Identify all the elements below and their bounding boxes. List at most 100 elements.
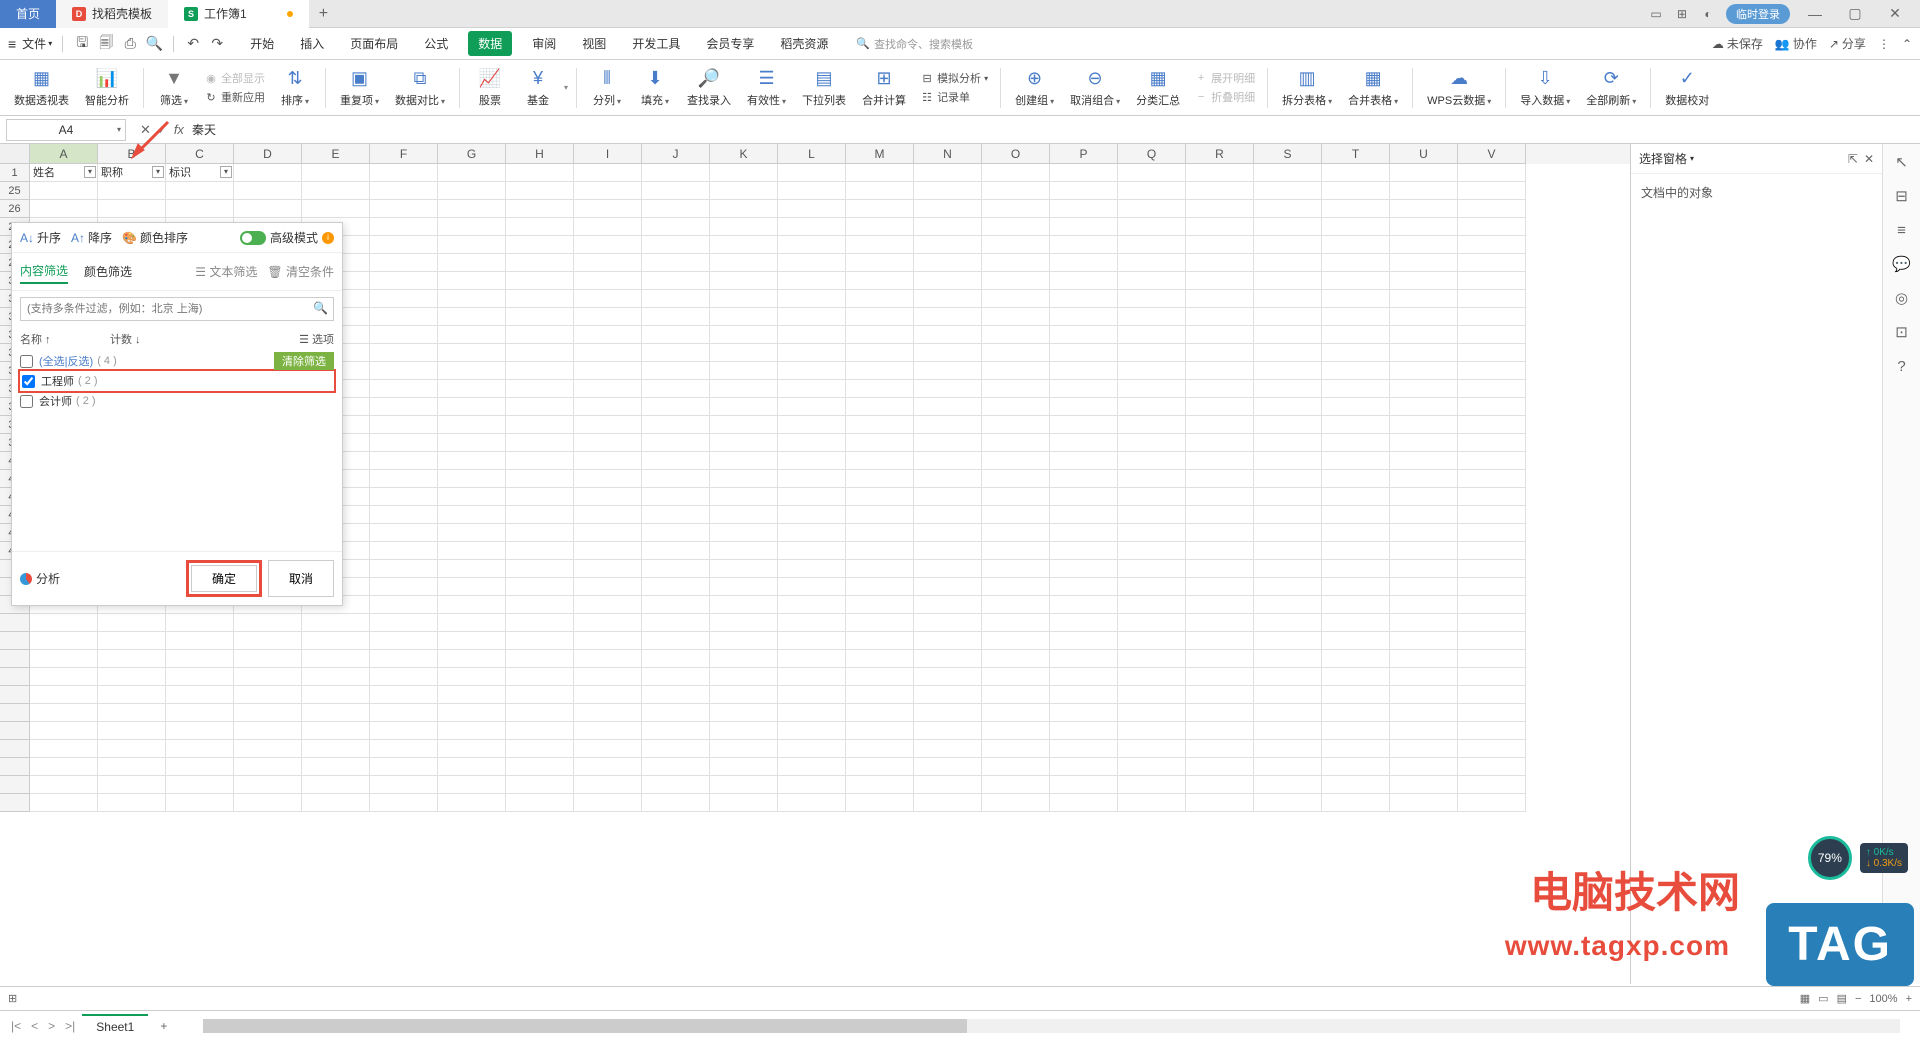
filter-dropdown-icon[interactable]: ▾ [220,166,232,178]
cell[interactable] [1050,362,1118,380]
filter-col-count[interactable]: 计数 ↓ [110,331,170,347]
cell[interactable] [914,398,982,416]
cell[interactable] [1050,776,1118,794]
cell[interactable] [982,470,1050,488]
cell[interactable] [370,740,438,758]
cell[interactable] [1186,362,1254,380]
cell[interactable] [914,488,982,506]
cell[interactable] [506,200,574,218]
cell[interactable] [1458,362,1526,380]
cell[interactable] [846,200,914,218]
cell[interactable] [982,182,1050,200]
cell[interactable] [574,308,642,326]
close-button[interactable]: ✕ [1880,5,1910,22]
cell[interactable] [982,524,1050,542]
cell[interactable] [302,704,370,722]
cell[interactable] [30,614,98,632]
cell[interactable] [234,776,302,794]
cell[interactable] [166,758,234,776]
cell[interactable] [1050,200,1118,218]
accept-formula-icon[interactable]: ✓ [157,122,168,138]
cell[interactable] [710,452,778,470]
cell[interactable] [642,722,710,740]
cell[interactable] [846,758,914,776]
hamburger-icon[interactable]: ≡ [8,36,16,52]
filter-search-input[interactable] [20,297,334,321]
cell[interactable] [1254,200,1322,218]
cell[interactable] [1458,542,1526,560]
cell[interactable] [710,614,778,632]
cell[interactable] [370,650,438,668]
cell[interactable] [1118,506,1186,524]
cell[interactable] [574,632,642,650]
cell[interactable] [846,686,914,704]
cell[interactable] [982,362,1050,380]
cell[interactable] [1186,524,1254,542]
cell[interactable] [778,686,846,704]
cell[interactable] [1390,614,1458,632]
cell[interactable] [506,344,574,362]
cell[interactable] [506,254,574,272]
cell[interactable] [506,650,574,668]
cell[interactable] [982,272,1050,290]
cell[interactable] [914,578,982,596]
record-form-button[interactable]: ☷记录单 [916,88,992,106]
cell[interactable] [982,434,1050,452]
cell[interactable] [574,560,642,578]
cell[interactable] [642,398,710,416]
cell[interactable] [1322,452,1390,470]
cell[interactable] [302,182,370,200]
tab-review[interactable]: 审阅 [526,31,562,56]
row-header[interactable] [0,650,30,668]
filter-col-name[interactable]: 名称 ↑ [20,331,110,347]
cell[interactable] [1254,542,1322,560]
cell[interactable] [98,776,166,794]
cell[interactable] [914,704,982,722]
cell[interactable] [846,398,914,416]
cell[interactable] [1118,524,1186,542]
cell[interactable] [1322,200,1390,218]
cell[interactable] [438,722,506,740]
cell[interactable] [1322,524,1390,542]
col-header[interactable]: U [1390,144,1458,164]
cell[interactable] [1186,776,1254,794]
cell[interactable] [1118,794,1186,812]
cell[interactable] [1118,218,1186,236]
cell[interactable] [710,254,778,272]
cell[interactable] [1322,380,1390,398]
cell[interactable] [846,308,914,326]
cell[interactable] [506,596,574,614]
cell[interactable] [1186,182,1254,200]
cell[interactable] [438,524,506,542]
cell[interactable] [778,272,846,290]
cell[interactable] [1390,740,1458,758]
cell[interactable] [1390,362,1458,380]
cell[interactable] [1322,470,1390,488]
redo-icon[interactable]: ↷ [208,35,226,53]
cell[interactable] [778,416,846,434]
cell[interactable] [1254,578,1322,596]
cell[interactable] [574,236,642,254]
cell[interactable] [982,560,1050,578]
cell[interactable] [914,596,982,614]
stock-button[interactable]: 📈股票 [468,66,512,110]
cell[interactable] [98,614,166,632]
cell[interactable] [234,200,302,218]
cell[interactable] [710,182,778,200]
cell[interactable] [1050,722,1118,740]
reapply-button[interactable]: ↻重新应用 [200,88,269,106]
cell[interactable] [1050,488,1118,506]
cell[interactable] [574,686,642,704]
cell[interactable] [1118,686,1186,704]
cell[interactable] [506,794,574,812]
cell[interactable] [710,272,778,290]
cell[interactable] [1118,254,1186,272]
cell[interactable] [914,344,982,362]
cell[interactable] [1322,614,1390,632]
cell[interactable] [914,506,982,524]
cell[interactable] [438,650,506,668]
cell[interactable] [642,650,710,668]
cell[interactable] [234,794,302,812]
col-header[interactable]: K [710,144,778,164]
cell[interactable] [1254,668,1322,686]
